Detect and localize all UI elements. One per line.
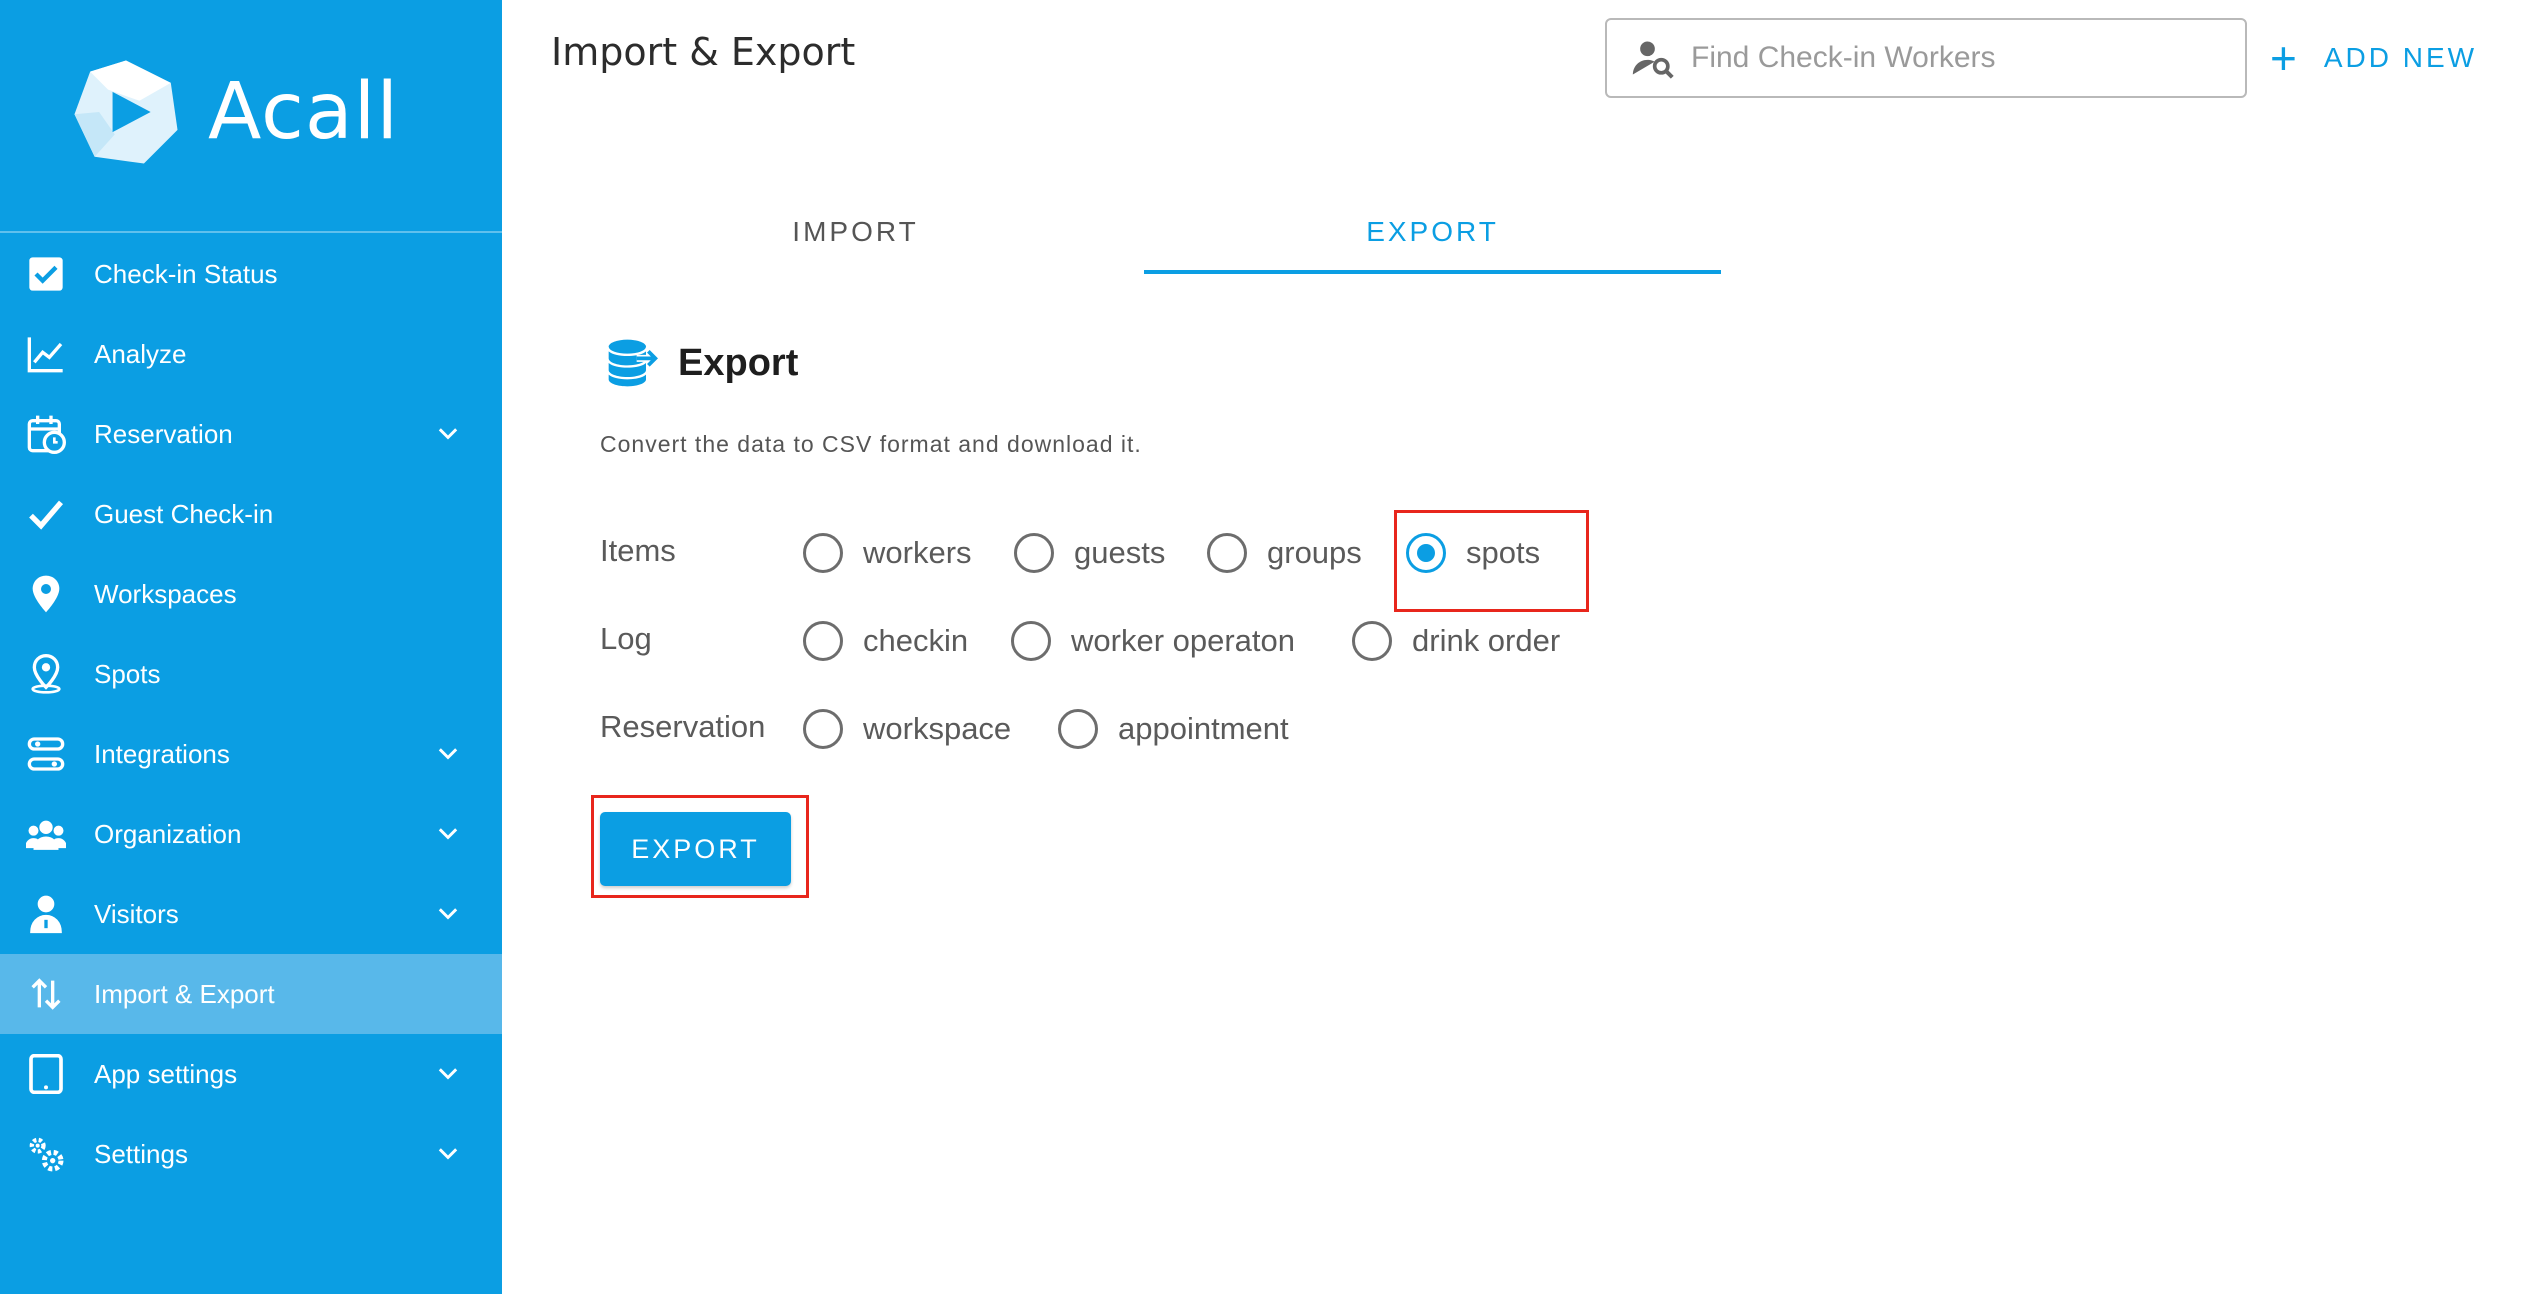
radio-label: drink order — [1412, 623, 1561, 658]
export-description: Convert the data to CSV format and downl… — [600, 431, 1142, 457]
row-label-reservation: Reservation — [600, 709, 766, 744]
radio-label: guests — [1074, 535, 1166, 570]
integrations-icon — [24, 732, 68, 776]
plus-icon: + — [2270, 32, 2300, 84]
radio-label: groups — [1267, 535, 1362, 570]
visitor-icon — [24, 892, 68, 936]
radio-circle[interactable] — [803, 709, 843, 749]
tab-import[interactable]: IMPORT — [567, 190, 1144, 274]
radio-circle[interactable] — [1207, 533, 1247, 573]
row-label-items: Items — [600, 533, 676, 568]
checkbox-icon — [24, 252, 68, 296]
sidebar-item-label: Integrations — [94, 738, 230, 769]
radio-label: checkin — [863, 623, 969, 658]
people-group-icon — [24, 812, 68, 856]
radio-label: workspace — [863, 711, 1012, 746]
sidebar-item-analyze[interactable]: Analyze — [0, 314, 502, 394]
radio-drink-order[interactable]: drink order — [1352, 621, 1560, 661]
sidebar-divider — [0, 231, 502, 233]
person-search-icon — [1632, 41, 1674, 79]
radio-circle[interactable] — [1352, 621, 1392, 661]
tablet-icon — [24, 1052, 68, 1096]
chevron-down-icon[interactable] — [434, 420, 462, 448]
radio-circle[interactable] — [803, 533, 843, 573]
radio-appointment[interactable]: appointment — [1058, 709, 1289, 749]
sidebar-item-label: Check-in Status — [94, 258, 278, 289]
acall-logo-icon — [74, 60, 178, 164]
brand-logo[interactable]: Acall — [70, 52, 399, 172]
sidebar: Acall Check-in Status Analyze Reservatio… — [0, 0, 502, 1294]
sidebar-item-spots[interactable]: Spots — [0, 634, 502, 714]
sidebar-item-guest-check-in[interactable]: Guest Check-in — [0, 474, 502, 554]
radio-checkin[interactable]: checkin — [803, 621, 968, 661]
sidebar-item-label: Import & Export — [94, 978, 275, 1009]
export-section-header: Export — [604, 335, 798, 391]
radio-worker-operaton[interactable]: worker operaton — [1011, 621, 1295, 661]
calendar-clock-icon — [24, 412, 68, 456]
chevron-down-icon[interactable] — [434, 740, 462, 768]
sidebar-item-label: Analyze — [94, 338, 187, 369]
sidebar-item-check-in-status[interactable]: Check-in Status — [0, 234, 502, 314]
sidebar-item-organization[interactable]: Organization — [0, 794, 502, 874]
chevron-down-icon[interactable] — [434, 1140, 462, 1168]
checkmark-icon — [24, 492, 68, 536]
database-export-icon — [608, 339, 660, 387]
chevron-down-icon[interactable] — [434, 820, 462, 848]
radio-circle[interactable] — [803, 621, 843, 661]
highlight-box-spots — [1394, 510, 1589, 612]
sidebar-item-label: Guest Check-in — [94, 498, 274, 529]
sidebar-item-reservation[interactable]: Reservation — [0, 394, 502, 474]
radio-circle[interactable] — [1011, 621, 1051, 661]
add-new-label: ADD NEW — [2323, 42, 2478, 73]
row-label-log: Log — [600, 621, 652, 656]
sidebar-item-import-export[interactable]: Import & Export — [0, 954, 502, 1034]
add-new-button[interactable]: + ADD NEW — [2270, 30, 2477, 86]
chevron-down-icon[interactable] — [434, 1060, 462, 1088]
sidebar-item-label: Organization — [94, 818, 242, 849]
sidebar-item-workspaces[interactable]: Workspaces — [0, 554, 502, 634]
sidebar-item-label: App settings — [94, 1058, 238, 1089]
export-section-title: Export — [678, 341, 799, 384]
import-export-arrows-icon — [24, 972, 68, 1016]
radio-workspace[interactable]: workspace — [803, 709, 1011, 749]
radio-groups[interactable]: groups — [1207, 533, 1362, 573]
brand-name: Acall — [208, 67, 400, 157]
tab-export[interactable]: EXPORT — [1144, 190, 1721, 274]
tab-bar: IMPORT EXPORT — [567, 190, 1721, 274]
sidebar-item-settings[interactable]: Settings — [0, 1114, 502, 1194]
radio-guests[interactable]: guests — [1014, 533, 1165, 573]
radio-circle[interactable] — [1058, 709, 1098, 749]
highlight-box-export-button — [591, 795, 809, 898]
sidebar-item-visitors[interactable]: Visitors — [0, 874, 502, 954]
search-input[interactable] — [1691, 41, 2211, 75]
radio-label: worker operaton — [1071, 623, 1296, 658]
sidebar-item-label: Reservation — [94, 418, 233, 449]
page-title: Import & Export — [551, 30, 856, 74]
map-pin-icon — [24, 572, 68, 616]
radio-circle[interactable] — [1014, 533, 1054, 573]
sidebar-item-label: Spots — [94, 658, 161, 689]
sidebar-item-integrations[interactable]: Integrations — [0, 714, 502, 794]
sidebar-item-label: Workspaces — [94, 578, 237, 609]
person-pin-icon — [24, 652, 68, 696]
radio-label: appointment — [1118, 711, 1289, 746]
search-box[interactable] — [1605, 18, 2247, 98]
sidebar-nav: Check-in Status Analyze Reservation Gues… — [0, 234, 502, 1194]
sidebar-item-label: Settings — [94, 1138, 188, 1169]
radio-workers[interactable]: workers — [803, 533, 972, 573]
radio-label: workers — [863, 535, 972, 570]
sidebar-item-label: Visitors — [94, 898, 179, 929]
gears-icon — [24, 1132, 68, 1176]
sidebar-item-app-settings[interactable]: App settings — [0, 1034, 502, 1114]
chevron-down-icon[interactable] — [434, 900, 462, 928]
line-chart-icon — [24, 332, 68, 376]
